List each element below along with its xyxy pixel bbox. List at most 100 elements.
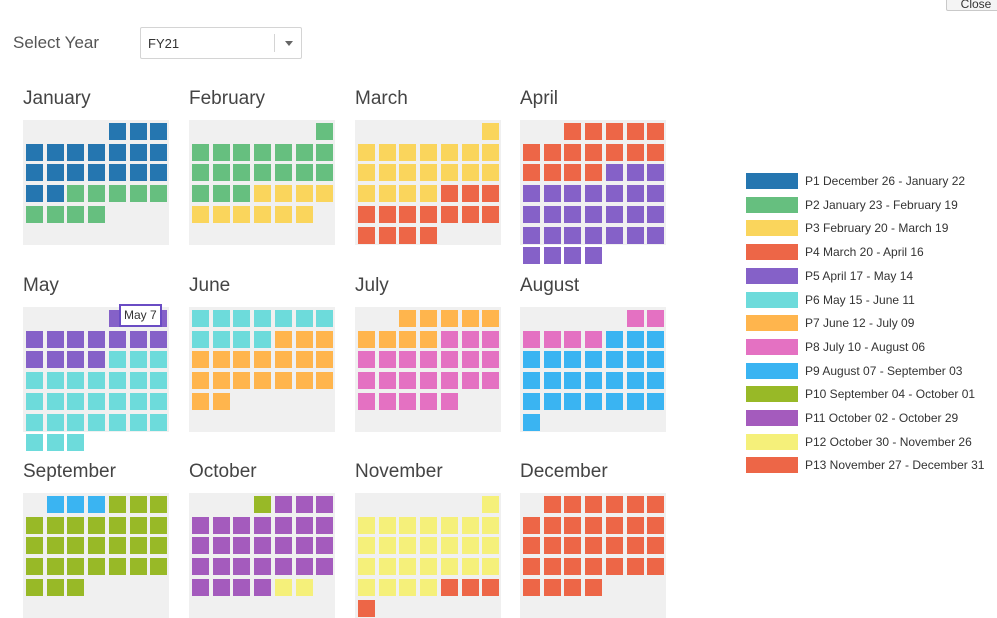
- day-cell[interactable]: [358, 558, 375, 576]
- day-cell[interactable]: [626, 537, 644, 555]
- day-cell[interactable]: [626, 205, 644, 223]
- day-cell[interactable]: [26, 578, 43, 596]
- day-cell[interactable]: [358, 516, 375, 534]
- day-cell[interactable]: [358, 330, 375, 348]
- day-cell[interactable]: [420, 185, 438, 203]
- day-cell[interactable]: [420, 330, 438, 348]
- day-cell[interactable]: [67, 558, 85, 576]
- day-cell[interactable]: [399, 330, 417, 348]
- day-cell[interactable]: [212, 185, 230, 203]
- day-cell[interactable]: [564, 143, 582, 161]
- day-cell[interactable]: [358, 392, 375, 410]
- day-cell[interactable]: [67, 143, 85, 161]
- day-cell[interactable]: [192, 516, 209, 534]
- day-cell[interactable]: [523, 143, 540, 161]
- day-cell[interactable]: [399, 164, 417, 182]
- day-cell[interactable]: [420, 143, 438, 161]
- day-cell[interactable]: [192, 164, 209, 182]
- day-cell[interactable]: [233, 330, 251, 348]
- day-cell[interactable]: [295, 351, 313, 369]
- day-cell[interactable]: [399, 310, 417, 327]
- day-cell[interactable]: [150, 496, 168, 513]
- day-cell[interactable]: [26, 143, 43, 161]
- day-cell[interactable]: [378, 516, 396, 534]
- day-cell[interactable]: [46, 164, 64, 182]
- day-cell[interactable]: [605, 164, 623, 182]
- day-cell[interactable]: [440, 205, 458, 223]
- day-cell[interactable]: [212, 164, 230, 182]
- day-cell[interactable]: [150, 330, 168, 348]
- day-cell[interactable]: [358, 372, 375, 390]
- day-cell[interactable]: [605, 392, 623, 410]
- day-cell[interactable]: [605, 226, 623, 244]
- day-cell[interactable]: [192, 558, 209, 576]
- day-cell[interactable]: [274, 537, 292, 555]
- day-cell[interactable]: [399, 537, 417, 555]
- day-cell[interactable]: [129, 496, 147, 513]
- day-cell[interactable]: [108, 330, 126, 348]
- day-cell[interactable]: [543, 205, 561, 223]
- day-cell[interactable]: [647, 310, 665, 327]
- day-cell[interactable]: [440, 330, 458, 348]
- day-cell[interactable]: [26, 434, 43, 452]
- day-cell[interactable]: [543, 537, 561, 555]
- day-cell[interactable]: [67, 351, 85, 369]
- day-cell[interactable]: [605, 558, 623, 576]
- day-cell[interactable]: [233, 537, 251, 555]
- day-cell[interactable]: [461, 330, 479, 348]
- day-cell[interactable]: [440, 185, 458, 203]
- day-cell[interactable]: [399, 372, 417, 390]
- day-cell[interactable]: [626, 310, 644, 327]
- day-cell[interactable]: [129, 143, 147, 161]
- day-cell[interactable]: [543, 558, 561, 576]
- day-cell[interactable]: [585, 351, 603, 369]
- day-cell[interactable]: [585, 185, 603, 203]
- day-cell[interactable]: [316, 372, 334, 390]
- day-cell[interactable]: [192, 351, 209, 369]
- day-cell[interactable]: [585, 143, 603, 161]
- day-cell[interactable]: [420, 578, 438, 596]
- day-cell[interactable]: [212, 205, 230, 223]
- day-cell[interactable]: [26, 413, 43, 431]
- day-cell[interactable]: [108, 516, 126, 534]
- day-cell[interactable]: [461, 372, 479, 390]
- day-cell[interactable]: [564, 247, 582, 265]
- day-cell[interactable]: [192, 205, 209, 223]
- day-cell[interactable]: [482, 330, 500, 348]
- day-cell[interactable]: [399, 205, 417, 223]
- day-cell[interactable]: [88, 372, 106, 390]
- day-cell[interactable]: [67, 392, 85, 410]
- day-cell[interactable]: [647, 351, 665, 369]
- day-cell[interactable]: [212, 558, 230, 576]
- day-cell[interactable]: [67, 330, 85, 348]
- day-cell[interactable]: [461, 516, 479, 534]
- day-cell[interactable]: [46, 537, 64, 555]
- day-cell[interactable]: [440, 578, 458, 596]
- day-cell[interactable]: [482, 205, 500, 223]
- day-cell[interactable]: [420, 351, 438, 369]
- day-cell[interactable]: [108, 392, 126, 410]
- day-cell[interactable]: [67, 434, 85, 452]
- day-cell[interactable]: [192, 537, 209, 555]
- day-cell[interactable]: [647, 516, 665, 534]
- day-cell[interactable]: [129, 537, 147, 555]
- day-cell[interactable]: [212, 578, 230, 596]
- day-cell[interactable]: [295, 143, 313, 161]
- day-cell[interactable]: [523, 226, 540, 244]
- day-cell[interactable]: [626, 372, 644, 390]
- day-cell[interactable]: [605, 123, 623, 140]
- day-cell[interactable]: [358, 351, 375, 369]
- day-cell[interactable]: [482, 310, 500, 327]
- day-cell[interactable]: [585, 164, 603, 182]
- day-cell[interactable]: [254, 351, 272, 369]
- day-cell[interactable]: [440, 310, 458, 327]
- day-cell[interactable]: [295, 205, 313, 223]
- day-cell[interactable]: [605, 496, 623, 513]
- day-cell[interactable]: [543, 516, 561, 534]
- day-cell[interactable]: [274, 558, 292, 576]
- day-cell[interactable]: [254, 558, 272, 576]
- day-cell[interactable]: [399, 143, 417, 161]
- day-cell[interactable]: [440, 351, 458, 369]
- day-cell[interactable]: [461, 143, 479, 161]
- day-cell[interactable]: [129, 164, 147, 182]
